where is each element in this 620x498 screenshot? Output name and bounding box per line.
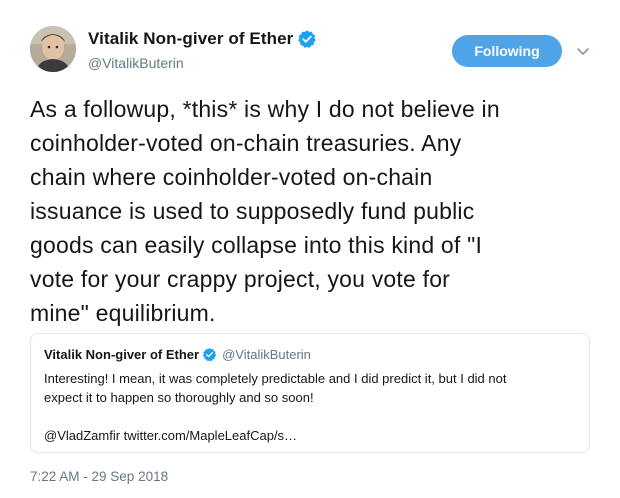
verified-badge-icon <box>202 347 217 362</box>
tweet-line: chain where coinholder-voted on-chain <box>30 164 433 190</box>
quoted-tweet-text: Interesting! I mean, it was completely p… <box>44 369 579 445</box>
display-name[interactable]: Vitalik Non-giver of Ether <box>88 29 293 49</box>
tweet-timestamp[interactable]: 7:22 AM - 29 Sep 2018 <box>30 469 168 484</box>
quoted-tweet-header: Vitalik Non-giver of Ether @VitalikButer… <box>44 347 311 362</box>
quoted-tweet[interactable]: Vitalik Non-giver of Ether @VitalikButer… <box>30 333 590 453</box>
chevron-down-icon[interactable] <box>574 42 592 60</box>
quoted-line: expect it to happen so thoroughly and so… <box>44 390 314 405</box>
following-button[interactable]: Following <box>452 35 562 67</box>
tweet-line: vote for your crappy project, you vote f… <box>30 266 451 292</box>
quoted-line-gap <box>44 407 579 426</box>
avatar[interactable] <box>30 26 76 72</box>
author-handle[interactable]: @VitalikButerin <box>88 55 317 71</box>
tweet-line: As a followup, *this* is why I do not be… <box>30 96 500 122</box>
tweet-text: As a followup, *this* is why I do not be… <box>30 92 605 330</box>
quoted-handle: @VitalikButerin <box>222 347 311 362</box>
quoted-display-name: Vitalik Non-giver of Ether <box>44 347 200 362</box>
tweet-line: coinholder-voted on-chain treasuries. An… <box>30 130 462 156</box>
tweet-line: mine" equilibrium. <box>30 300 216 326</box>
tweet-line: issuance is used to supposedly fund publ… <box>30 198 475 224</box>
display-name-row: Vitalik Non-giver of Ether <box>88 29 317 49</box>
quoted-line: Interesting! I mean, it was completely p… <box>44 371 507 386</box>
verified-badge-icon <box>298 30 317 48</box>
tweet-line: goods can easily collapse into this kind… <box>30 232 483 258</box>
quoted-link-line[interactable]: @VladZamfir twitter.com/MapleLeafCap/s… <box>44 426 579 445</box>
tweet-card: Vitalik Non-giver of Ether @VitalikButer… <box>0 0 620 498</box>
tweet-header: Vitalik Non-giver of Ether @VitalikButer… <box>30 26 600 78</box>
author-names: Vitalik Non-giver of Ether @VitalikButer… <box>88 29 317 71</box>
